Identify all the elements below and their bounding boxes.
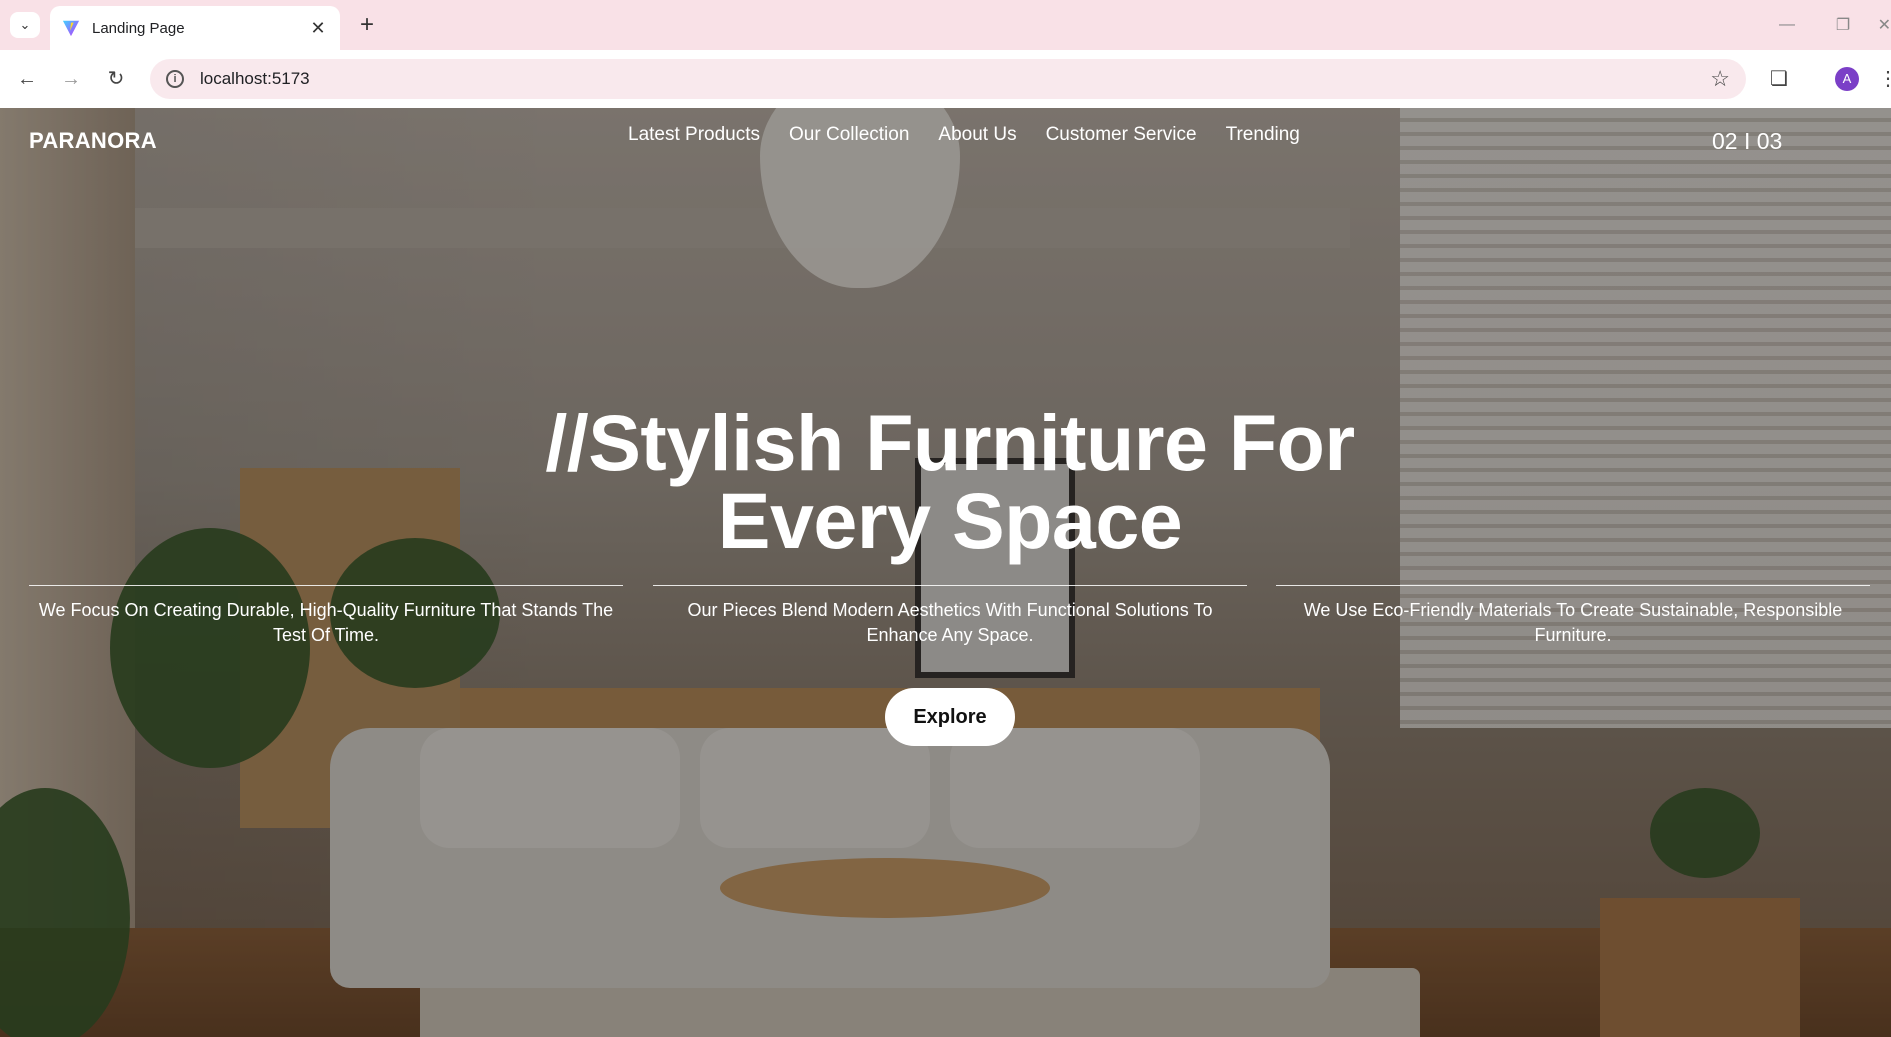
feature-columns: We Focus On Creating Durable, High-Quali… bbox=[29, 585, 1870, 665]
vite-favicon-icon bbox=[62, 20, 80, 37]
main-nav: Latest Products Our Collection About Us … bbox=[628, 124, 1329, 146]
new-tab-plus-icon[interactable]: + bbox=[352, 10, 382, 40]
brand-logo[interactable]: PARANORA bbox=[29, 128, 157, 154]
nav-link-our-collection[interactable]: Our Collection bbox=[789, 124, 909, 146]
browser-menu-icon[interactable]: ⋮ bbox=[1878, 64, 1891, 94]
feature-design: Our Pieces Blend Modern Aesthetics With … bbox=[653, 585, 1247, 648]
page-viewport: PARANORA Latest Products Our Collection … bbox=[0, 108, 1891, 1037]
tab-search-chevron-icon[interactable]: ⌄ bbox=[10, 12, 40, 38]
tab-title: Landing Page bbox=[92, 19, 185, 37]
headline-line-1: //Stylish Furniture For bbox=[545, 398, 1355, 487]
browser-tab-active[interactable]: Landing Page ✕ bbox=[50, 6, 340, 50]
slide-counter: 02 I 03 bbox=[1712, 128, 1783, 154]
feature-sustainability: We Use Eco-Friendly Materials To Create … bbox=[1276, 585, 1870, 648]
extensions-puzzle-icon[interactable]: ❏ bbox=[1764, 64, 1794, 94]
url-text[interactable]: localhost:5173 bbox=[200, 69, 1710, 89]
feature-durability: We Focus On Creating Durable, High-Quali… bbox=[29, 585, 623, 648]
nav-link-about-us[interactable]: About Us bbox=[938, 124, 1016, 146]
nav-link-trending[interactable]: Trending bbox=[1226, 124, 1300, 146]
address-bar[interactable]: i localhost:5173 ☆ bbox=[150, 59, 1746, 99]
window-controls: — ❐ ✕ bbox=[1759, 0, 1891, 50]
restore-icon[interactable]: ❐ bbox=[1815, 15, 1871, 35]
tab-close-icon[interactable]: ✕ bbox=[308, 18, 328, 39]
site-info-icon[interactable]: i bbox=[166, 70, 184, 88]
hero-background-image bbox=[0, 108, 1891, 1037]
nav-link-latest-products[interactable]: Latest Products bbox=[628, 124, 760, 146]
reload-icon[interactable]: ↻ bbox=[101, 64, 131, 94]
close-window-icon[interactable]: ✕ bbox=[1871, 15, 1891, 35]
nav-link-customer-service[interactable]: Customer Service bbox=[1046, 124, 1197, 146]
hero-headline: //Stylish Furniture For Every Space bbox=[480, 403, 1420, 560]
explore-button[interactable]: Explore bbox=[885, 688, 1015, 746]
browser-toolbar: ← → ↻ i localhost:5173 ☆ ❏ A ⋮ bbox=[0, 50, 1891, 108]
forward-arrow-icon[interactable]: → bbox=[56, 64, 86, 94]
bookmark-star-icon[interactable]: ☆ bbox=[1710, 66, 1730, 92]
profile-avatar[interactable]: A bbox=[1835, 67, 1859, 91]
back-arrow-icon[interactable]: ← bbox=[12, 64, 42, 94]
headline-line-2: Every Space bbox=[717, 476, 1183, 565]
minimize-icon[interactable]: — bbox=[1759, 16, 1815, 34]
browser-tab-bar: ⌄ Landing Page ✕ + — ❐ ✕ bbox=[0, 0, 1891, 50]
